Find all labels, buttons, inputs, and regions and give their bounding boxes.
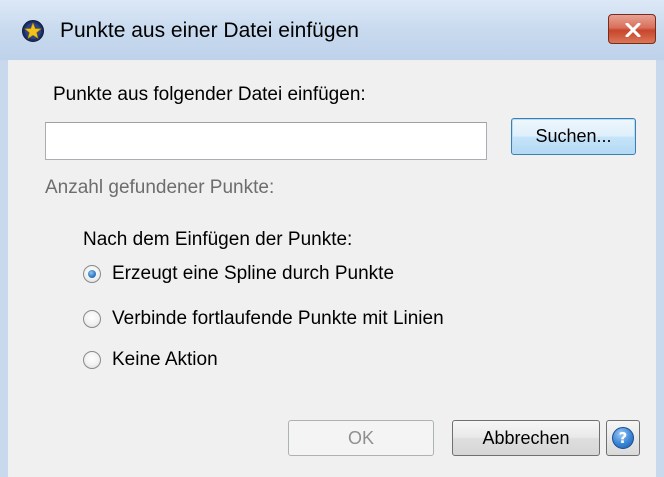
option-label: Erzeugt eine Spline durch Punkte [112, 263, 395, 284]
dialog-window: Punkte aus einer Datei einfügen Punkte a… [0, 0, 664, 477]
help-icon: ? [612, 427, 634, 449]
file-label: Punkte aus folgender Datei einfügen: [53, 84, 366, 105]
radio-button[interactable] [83, 351, 101, 369]
found-points-label: Anzahl gefundener Punkte: [45, 177, 275, 198]
option-label: Keine Aktion [112, 349, 218, 370]
dialog-content: Punkte aus folgender Datei einfügen: Suc… [8, 60, 656, 477]
app-star-icon [22, 20, 44, 42]
search-button[interactable]: Suchen... [511, 118, 636, 155]
option-label: Verbinde fortlaufende Punkte mit Linien [112, 308, 444, 329]
close-icon [625, 23, 641, 37]
cancel-button[interactable]: Abbrechen [452, 420, 600, 456]
title-bar[interactable]: Punkte aus einer Datei einfügen [0, 0, 664, 60]
ok-button[interactable]: OK [288, 420, 434, 456]
radio-button[interactable] [83, 310, 101, 328]
file-path-input[interactable] [45, 122, 487, 160]
after-insert-label: Nach dem Einfügen der Punkte: [83, 229, 353, 250]
help-button[interactable]: ? [606, 420, 640, 456]
close-button[interactable] [608, 14, 656, 44]
window-title: Punkte aus einer Datei einfügen [60, 19, 359, 42]
radio-button[interactable] [83, 265, 101, 283]
